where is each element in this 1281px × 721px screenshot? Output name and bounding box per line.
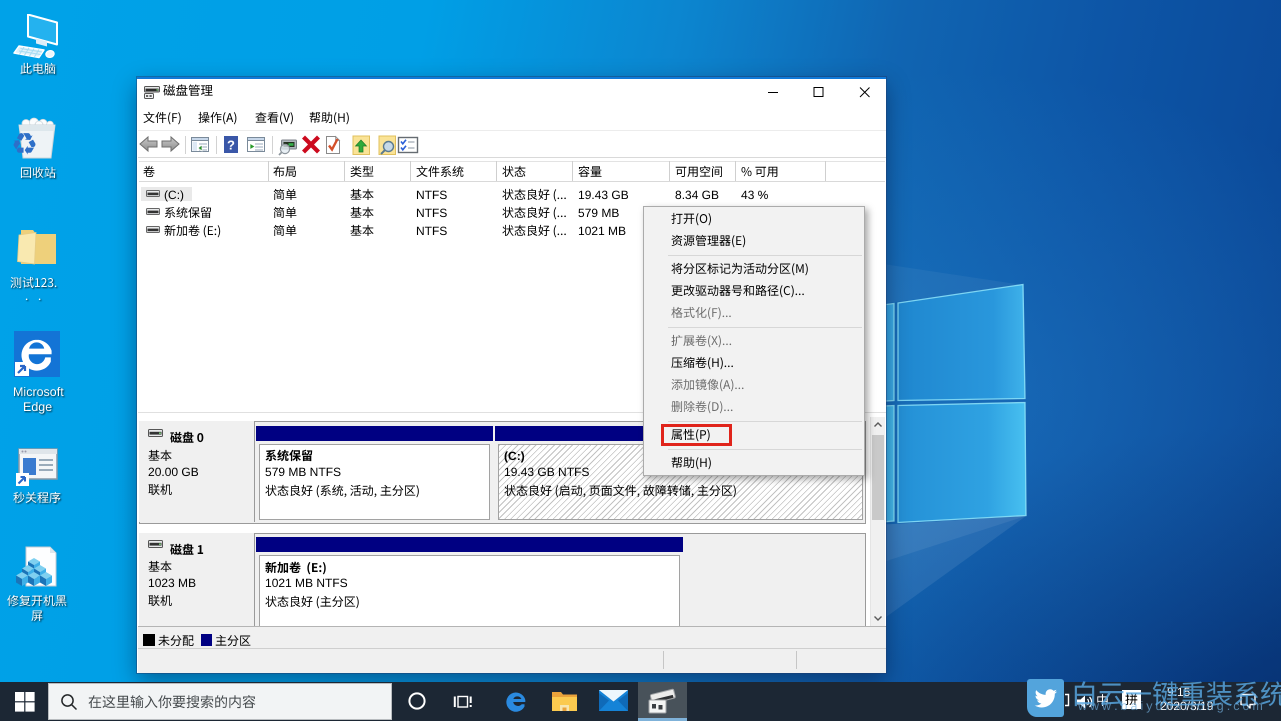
- svg-text:?: ?: [227, 138, 235, 153]
